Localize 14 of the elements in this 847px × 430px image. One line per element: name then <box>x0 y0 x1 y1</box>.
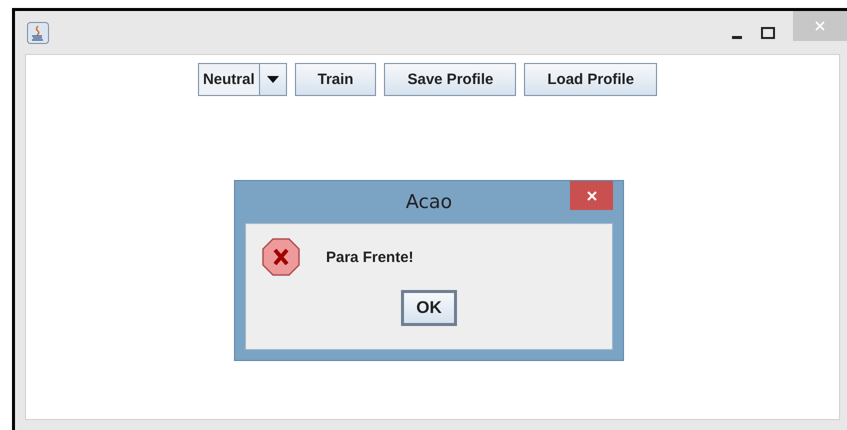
close-button[interactable] <box>570 181 613 210</box>
error-icon <box>262 238 300 276</box>
ok-button[interactable]: OK <box>401 290 457 326</box>
java-cup-icon <box>27 22 49 44</box>
maximize-icon[interactable] <box>761 26 775 38</box>
mode-dropdown[interactable]: Neutral <box>198 63 287 96</box>
caret-icon <box>266 76 279 83</box>
toolbar-button[interactable]: Save Profile <box>384 63 516 96</box>
dialog-message: Para Frente! <box>326 248 414 266</box>
toolbar-button[interactable]: Train <box>294 63 376 96</box>
dialog-title: Acao <box>406 191 452 213</box>
close-icon <box>814 20 826 32</box>
toolbar-button[interactable]: Load Profile <box>524 63 658 96</box>
close-icon <box>586 190 598 202</box>
